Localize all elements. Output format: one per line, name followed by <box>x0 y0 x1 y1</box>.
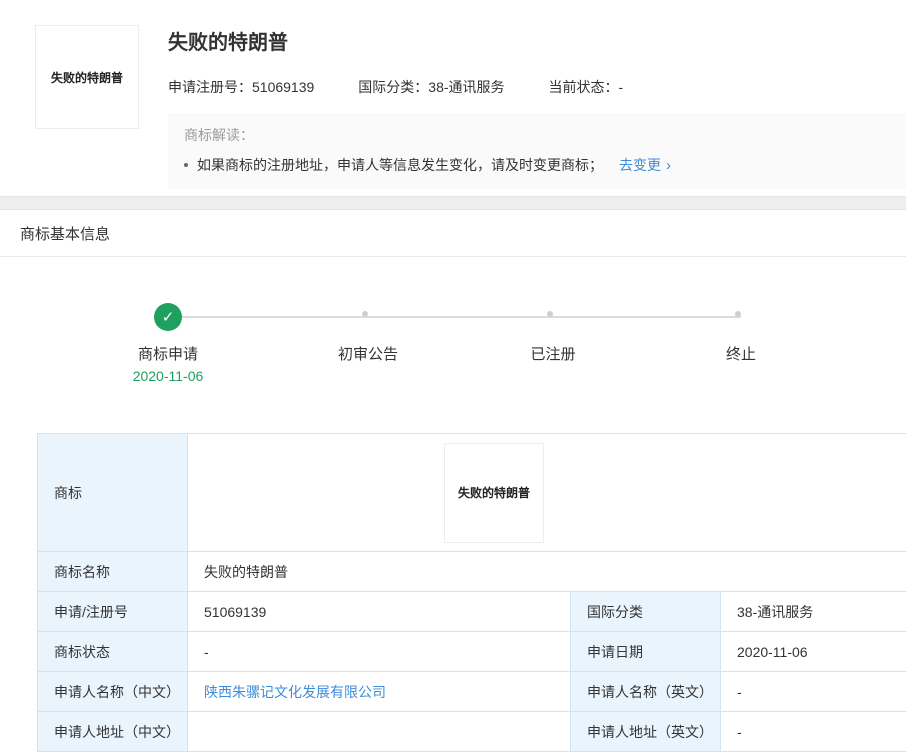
chevron-right-icon: › <box>666 157 671 174</box>
step-dot-icon <box>547 311 553 317</box>
step-label-terminated: 终止 <box>671 343 811 364</box>
step-label-application: 商标申请 <box>98 343 238 364</box>
trademark-thumbnail: 失败的特朗普 <box>35 25 139 129</box>
trademark-label-cell: 商标 <box>38 434 188 552</box>
applicant-company-link[interactable]: 陕西朱骡记文化发展有限公司 <box>204 684 386 700</box>
intl-class-item: 国际分类：38-通讯服务 <box>358 77 504 97</box>
reg-no-label: 申请注册号： <box>168 79 252 95</box>
reg-no-value: 51069139 <box>252 79 314 95</box>
status-label-cell: 商标状态 <box>38 632 188 672</box>
step-dot-icon <box>735 311 741 317</box>
table-row: 商标状态 - 申请日期 2020-11-06 <box>38 632 906 672</box>
table-row: 商标 失败的特朗普 <box>38 434 906 552</box>
trademark-thumbnail-text: 失败的特朗普 <box>51 69 123 86</box>
section-title: 商标基本信息 <box>0 210 906 257</box>
status-value-cell: - <box>188 632 571 672</box>
bullet-icon <box>184 163 188 167</box>
class-label-cell: 国际分类 <box>571 592 721 632</box>
step-complete-check-icon: ✓ <box>154 303 182 331</box>
name-value-cell: 失败的特朗普 <box>188 552 906 592</box>
intl-class-label: 国际分类： <box>358 79 428 95</box>
page-title: 失败的特朗普 <box>168 26 906 55</box>
status-label: 当前状态： <box>549 79 619 95</box>
timeline-track <box>168 316 741 318</box>
addr-cn-label-cell: 申请人地址（中文） <box>38 712 188 752</box>
date-value-cell: 2020-11-06 <box>721 632 906 672</box>
date-label-cell: 申请日期 <box>571 632 721 672</box>
trademark-info-table: 商标 失败的特朗普 商标名称 失败的特朗普 申请/注册号 51069139 国际… <box>37 433 906 752</box>
interpretation-text: 如果商标的注册地址，申请人等信息发生变化，请及时变更商标； <box>197 155 603 175</box>
step-date-application: 2020-11-06 <box>98 368 238 384</box>
interpretation-line: 如果商标的注册地址，申请人等信息发生变化，请及时变更商标； 去变更 › <box>184 155 890 175</box>
section-divider <box>0 196 906 210</box>
interpretation-box: 商标解读： 如果商标的注册地址，申请人等信息发生变化，请及时变更商标； 去变更 … <box>168 113 906 189</box>
header-info: 失败的特朗普 申请注册号：51069139 国际分类：38-通讯服务 当前状态：… <box>168 0 906 189</box>
table-row: 商标名称 失败的特朗普 <box>38 552 906 592</box>
change-link[interactable]: 去变更 › <box>619 155 671 175</box>
name-label-cell: 商标名称 <box>38 552 188 592</box>
trademark-image: 失败的特朗普 <box>444 443 544 543</box>
table-row: 申请人名称（中文） 陕西朱骡记文化发展有限公司 申请人名称（英文） - <box>38 672 906 712</box>
applicant-cn-value-cell: 陕西朱骡记文化发展有限公司 <box>188 672 571 712</box>
change-link-label: 去变更 <box>619 155 661 175</box>
regno-label-cell: 申请/注册号 <box>38 592 188 632</box>
regno-value-cell: 51069139 <box>188 592 571 632</box>
applicant-en-label-cell: 申请人名称（英文） <box>571 672 721 712</box>
header-meta-row: 申请注册号：51069139 国际分类：38-通讯服务 当前状态：- <box>168 77 906 97</box>
class-value-cell: 38-通讯服务 <box>721 592 906 632</box>
addr-en-label-cell: 申请人地址（英文） <box>571 712 721 752</box>
addr-cn-value-cell <box>188 712 571 752</box>
status-timeline: ✓ 商标申请 初审公告 已注册 终止 2020-11-06 <box>0 257 906 433</box>
table-row: 申请/注册号 51069139 国际分类 38-通讯服务 <box>38 592 906 632</box>
status-item: 当前状态：- <box>549 77 624 97</box>
status-value: - <box>619 79 624 95</box>
trademark-image-cell: 失败的特朗普 <box>188 434 906 552</box>
intl-class-value: 38-通讯服务 <box>428 79 504 95</box>
addr-en-value-cell: - <box>721 712 906 752</box>
step-dot-icon <box>362 311 368 317</box>
table-row: 申请人地址（中文） 申请人地址（英文） - <box>38 712 906 752</box>
step-label-preliminary: 初审公告 <box>298 343 438 364</box>
step-label-registered: 已注册 <box>483 343 623 364</box>
reg-no-item: 申请注册号：51069139 <box>168 77 314 97</box>
applicant-en-value-cell: - <box>721 672 906 712</box>
trademark-header-card: 失败的特朗普 失败的特朗普 申请注册号：51069139 国际分类：38-通讯服… <box>0 0 906 196</box>
applicant-cn-label-cell: 申请人名称（中文） <box>38 672 188 712</box>
interpretation-title: 商标解读： <box>184 125 890 145</box>
